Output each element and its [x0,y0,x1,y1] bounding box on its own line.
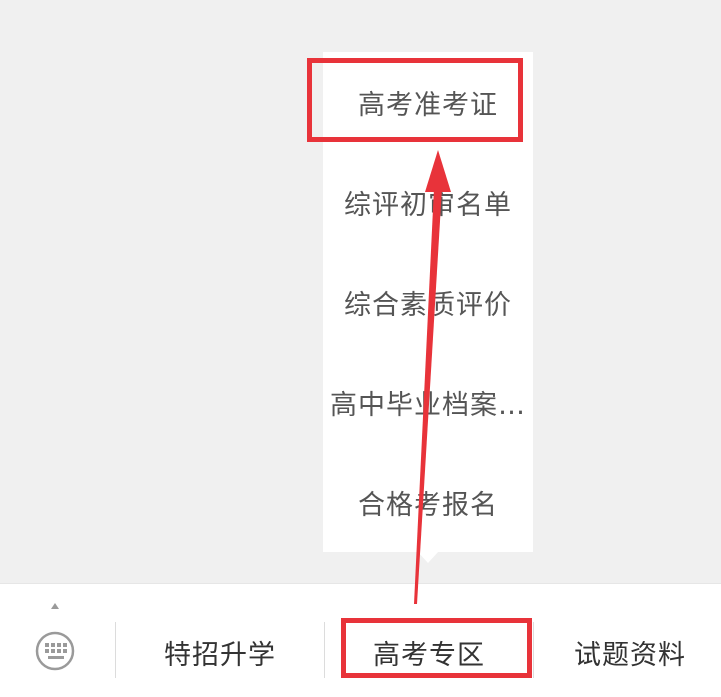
keyboard-toggle-button[interactable] [22,594,88,684]
tab-exam-materials[interactable]: 试题资料 [540,624,720,680]
menu-item-quality-evaluation[interactable]: 综合素质评价 [323,252,533,352]
menu-item-label: 综评初审名单 [344,189,512,221]
menu-item-qualification-exam-signup[interactable]: 合格考报名 [323,452,533,552]
tab-divider [533,622,534,678]
menu-item-label: 高中毕业档案... [330,389,526,421]
chat-screen: 高考准考证 综评初审名单 综合素质评价 高中毕业档案... 合格考报名 特招升学… [0,0,721,697]
menu-item-label: 综合素质评价 [344,289,512,321]
menu-item-label: 合格考报名 [358,489,498,521]
tab-special-admission[interactable]: 特招升学 [116,624,324,680]
popup-tail [417,551,439,563]
annotation-highlight-box [307,58,523,142]
menu-item-comprehensive-review-list[interactable]: 综评初审名单 [323,152,533,252]
annotation-highlight-box [341,618,532,678]
keyboard-icon [35,603,75,671]
tab-label: 试题资料 [574,639,686,671]
tab-label: 特招升学 [164,639,276,671]
menu-item-graduation-archive[interactable]: 高中毕业档案... [323,352,533,452]
